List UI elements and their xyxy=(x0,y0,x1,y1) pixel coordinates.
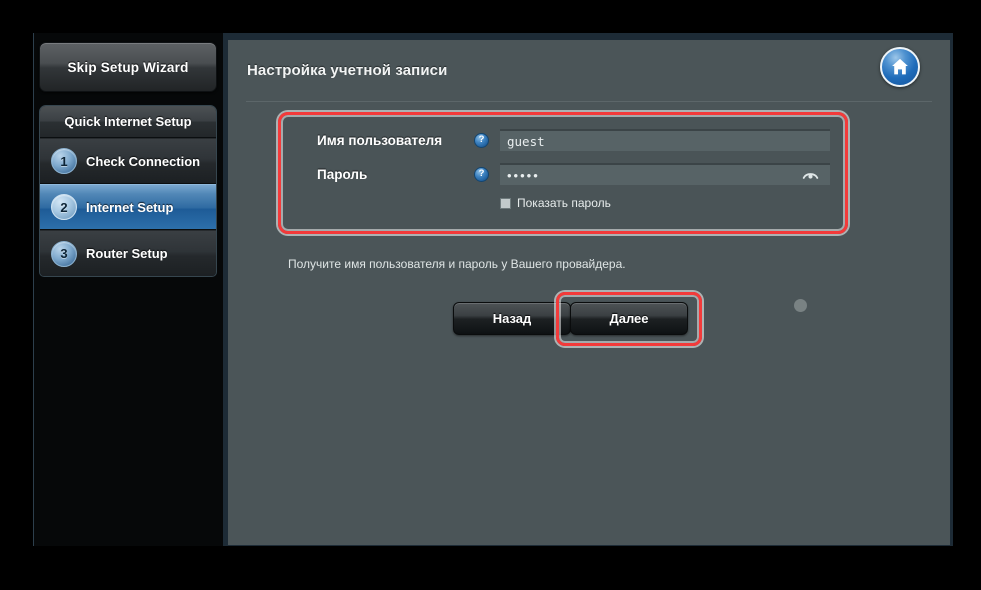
home-icon[interactable] xyxy=(880,47,920,87)
header-divider xyxy=(246,101,932,102)
form-highlight-box xyxy=(278,112,848,234)
step-badge-3: 3 xyxy=(51,241,77,267)
sidebar: Skip Setup Wizard Quick Internet Setup 1… xyxy=(33,33,223,546)
page-title: Настройка учетной записи xyxy=(247,62,447,79)
sidebar-item-router-setup[interactable]: 3 Router Setup xyxy=(40,230,216,276)
next-button-highlight-box xyxy=(556,292,702,346)
back-button[interactable]: Назад xyxy=(453,302,571,335)
mouse-cursor xyxy=(794,299,807,312)
provider-hint-text: Получите имя пользователя и пароль у Ваш… xyxy=(288,257,626,271)
step-badge-1: 1 xyxy=(51,148,77,174)
quick-internet-setup-title: Quick Internet Setup xyxy=(40,106,216,138)
active-step-arrow-icon xyxy=(216,190,217,224)
sidebar-item-label: Router Setup xyxy=(86,246,168,261)
content-panel: Настройка учетной записи Имя пользовател… xyxy=(228,40,950,545)
sidebar-item-label: Check Connection xyxy=(86,154,200,169)
quick-internet-setup-panel: Quick Internet Setup 1 Check Connection … xyxy=(39,105,217,277)
sidebar-item-label: Internet Setup xyxy=(86,200,173,215)
sidebar-item-check-connection[interactable]: 1 Check Connection xyxy=(40,138,216,184)
content-header: Настройка учетной записи xyxy=(228,40,950,103)
sidebar-item-internet-setup[interactable]: 2 Internet Setup xyxy=(40,184,216,230)
step-badge-2: 2 xyxy=(51,194,77,220)
router-setup-screen: Skip Setup Wizard Quick Internet Setup 1… xyxy=(0,0,981,590)
skip-setup-wizard-button[interactable]: Skip Setup Wizard xyxy=(39,42,217,92)
